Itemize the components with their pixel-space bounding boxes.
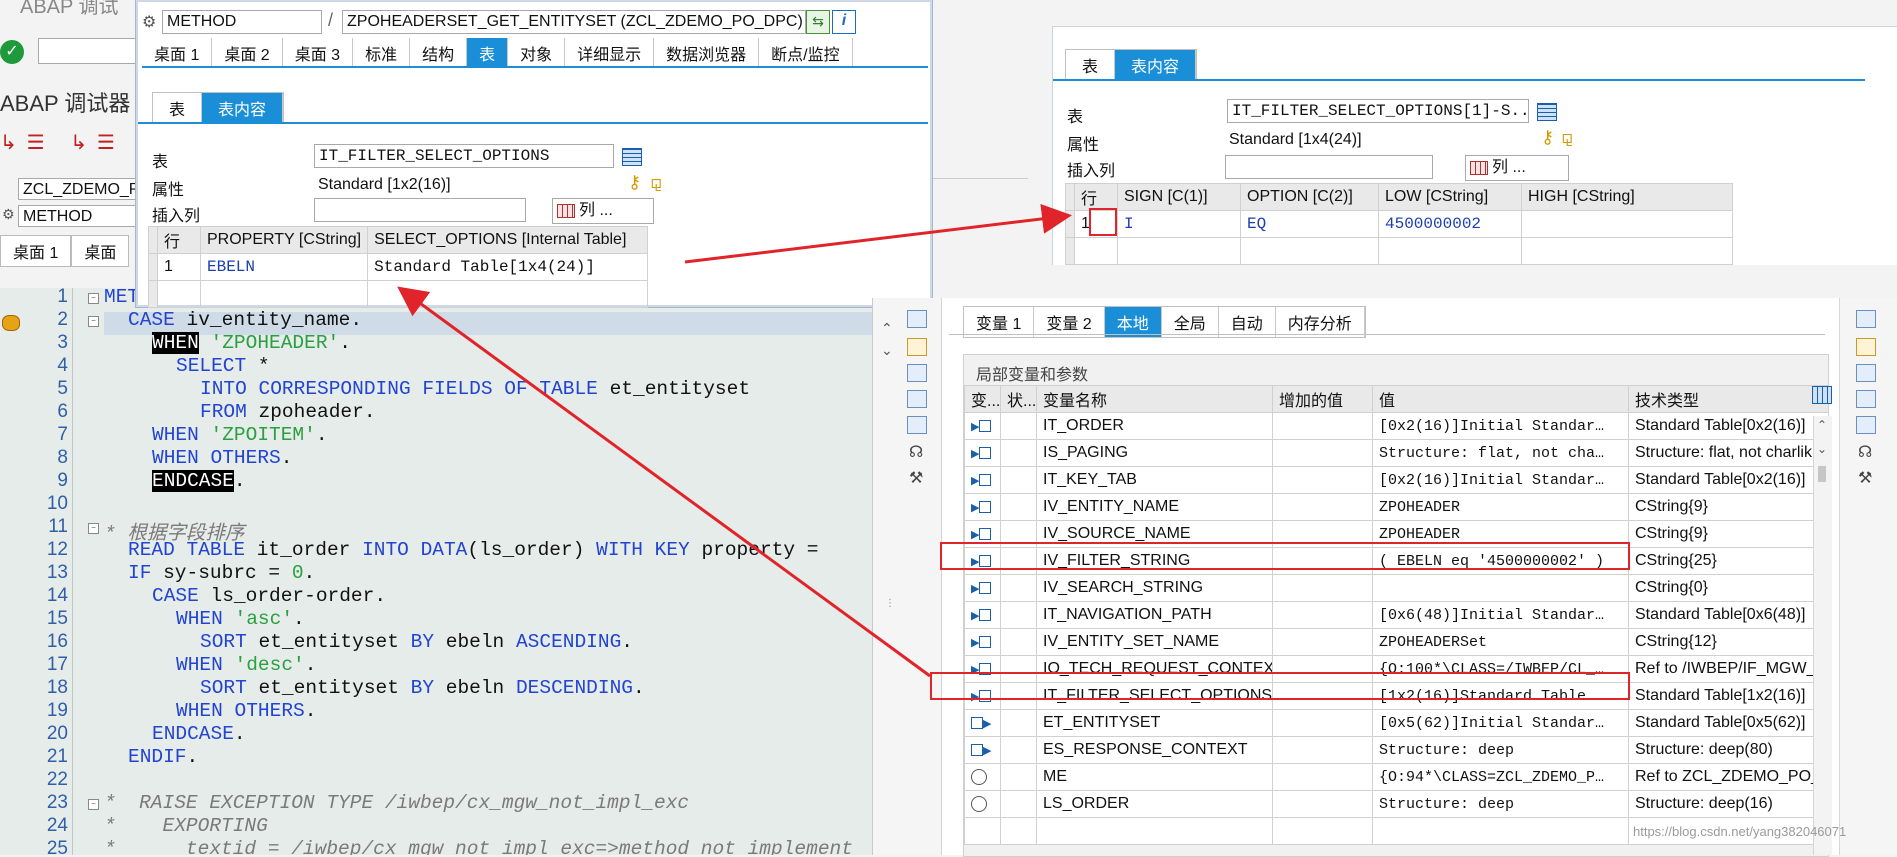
arrow-from-select-options [397,286,931,678]
arrow-to-detail [684,203,1072,264]
annotation-arrows [397,203,1072,678]
